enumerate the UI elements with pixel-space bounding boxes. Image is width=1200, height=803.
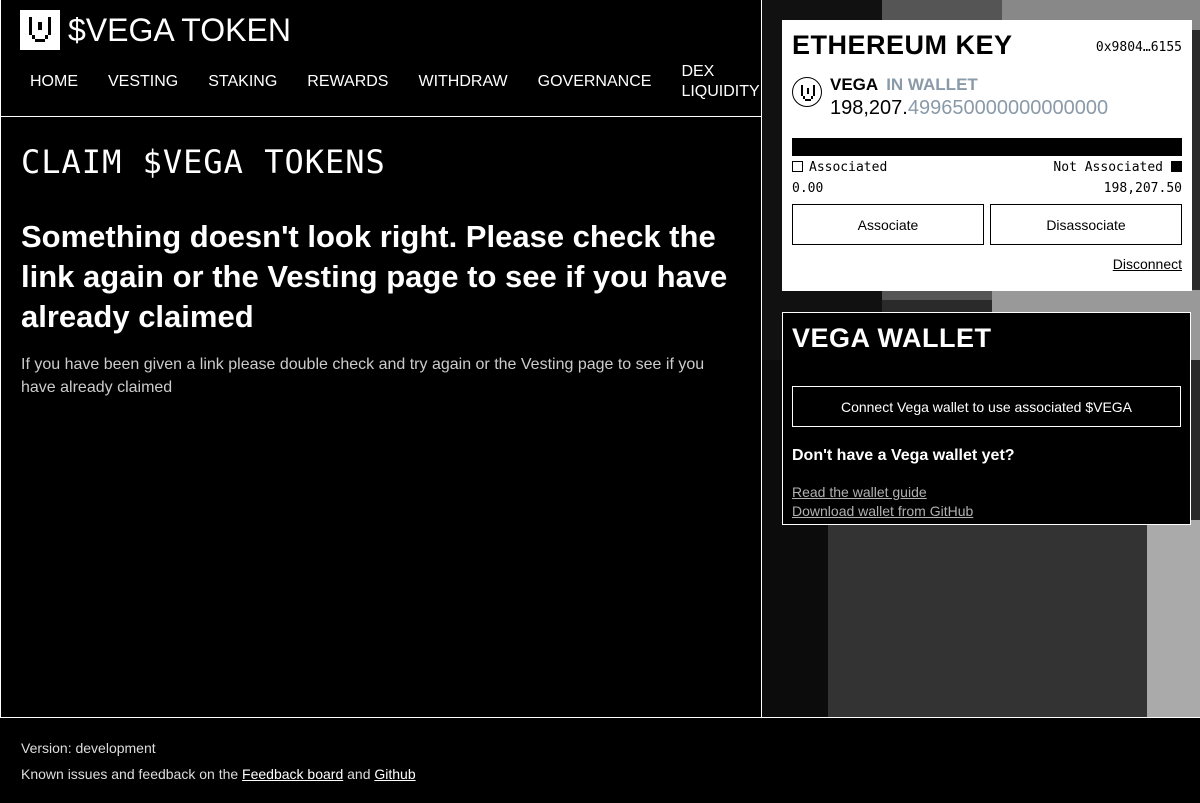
token-amount-whole: 198,207.	[830, 97, 908, 119]
feedback-prefix: Known issues and feedback on the	[21, 766, 243, 782]
not-associated-label: Not Associated	[1053, 160, 1163, 175]
wallet-links: Read the wallet guide Download wallet fr…	[792, 483, 1181, 521]
associate-button[interactable]: Associate	[792, 204, 984, 245]
logo[interactable]: $VEGA TOKEN	[20, 10, 291, 50]
token-name: VEGA	[830, 75, 879, 94]
disassociate-button[interactable]: Disassociate	[990, 204, 1182, 245]
token-amount: 198,207.499650000000000000	[830, 97, 1108, 120]
site-header: $VEGA TOKEN HOME VESTING STAKING REWARDS…	[1, 0, 761, 117]
association-values: 0.00 198,207.50	[792, 181, 1182, 196]
error-description: If you have been given a link please dou…	[21, 356, 705, 396]
vega-wallet-card: VEGA WALLET Connect Vega wallet to use a…	[782, 312, 1191, 525]
ethereum-key-card: ETHEREUM KEY 0x9804…6155 VEGA IN WALLET 1…	[782, 20, 1192, 291]
github-link[interactable]: Github	[374, 766, 415, 782]
nav-vesting[interactable]: VESTING	[108, 72, 178, 92]
token-amount-decimals: 499650000000000000	[907, 97, 1109, 119]
site-footer: Version: development Known issues and fe…	[0, 717, 1200, 803]
nav-governance[interactable]: GOVERNANCE	[538, 72, 652, 92]
vega-token-icon	[792, 77, 822, 107]
wallet-guide-link[interactable]: Read the wallet guide	[792, 483, 1181, 502]
vega-wallet-title: VEGA WALLET	[792, 323, 992, 353]
associated-legend-swatch	[792, 161, 803, 172]
vega-logo-icon	[20, 10, 60, 50]
feedback-and: and	[343, 766, 375, 782]
main-nav: HOME VESTING STAKING REWARDS WITHDRAW GO…	[30, 62, 760, 102]
connect-vega-wallet-button[interactable]: Connect Vega wallet to use associated $V…	[792, 386, 1181, 427]
association-progress-bar	[792, 138, 1182, 156]
not-associated-value: 198,207.50	[1103, 181, 1182, 196]
nav-rewards[interactable]: REWARDS	[307, 72, 388, 92]
nav-withdraw[interactable]: WITHDRAW	[418, 72, 507, 92]
disconnect-link[interactable]: Disconnect	[792, 256, 1182, 272]
associated-label: Associated	[809, 160, 888, 175]
not-associated-legend-swatch	[1171, 161, 1182, 172]
version-text: Version: development	[21, 740, 156, 756]
download-wallet-link[interactable]: Download wallet from GitHub	[792, 502, 1181, 521]
page-title: CLAIM $VEGA TOKENS	[21, 143, 386, 181]
association-buttons: Associate Disassociate	[792, 204, 1182, 245]
error-heading: Something doesn't look right. Please che…	[21, 219, 728, 334]
feedback-board-link[interactable]: Feedback board	[242, 766, 343, 782]
main-panel: $VEGA TOKEN HOME VESTING STAKING REWARDS…	[0, 0, 762, 717]
token-balance-row: VEGA IN WALLET 198,207.499650000000000000	[792, 75, 1182, 120]
token-status: IN WALLET	[886, 75, 978, 94]
nav-staking[interactable]: STAKING	[208, 72, 277, 92]
nav-dex-liquidity[interactable]: DEX LIQUIDITY	[681, 62, 759, 102]
no-wallet-heading: Don't have a Vega wallet yet?	[792, 447, 1015, 464]
associated-value: 0.00	[792, 181, 824, 196]
claim-content: CLAIM $VEGA TOKENS Something doesn't loo…	[1, 117, 761, 421]
feedback-text: Known issues and feedback on the Feedbac…	[21, 766, 1179, 782]
association-legend: Associated Not Associated	[792, 160, 1182, 175]
logo-text: $VEGA TOKEN	[68, 11, 291, 48]
nav-home[interactable]: HOME	[30, 72, 78, 92]
ethereum-address: 0x9804…6155	[1095, 40, 1182, 55]
